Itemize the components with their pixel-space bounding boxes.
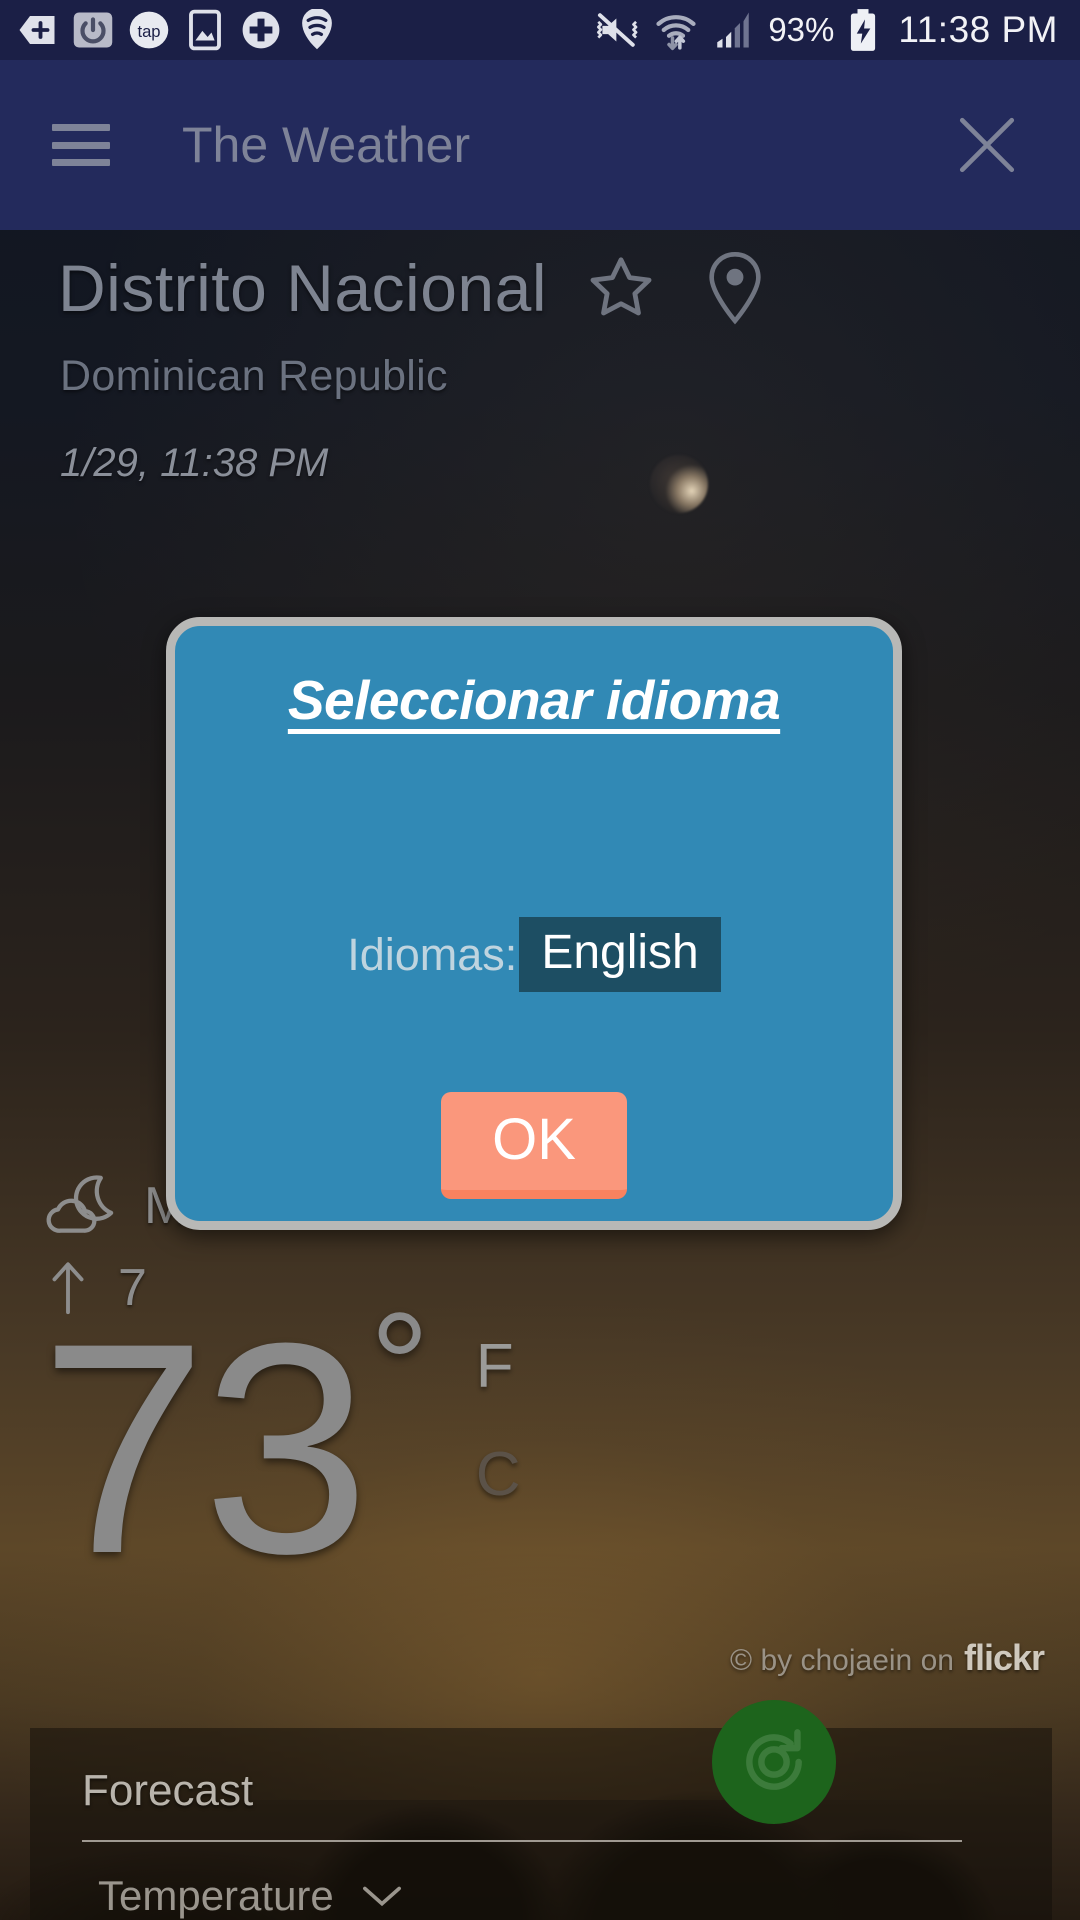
language-value-select[interactable]: English — [519, 917, 721, 992]
hamburger-menu-icon[interactable] — [52, 124, 110, 166]
country-name: Dominican Republic — [60, 352, 448, 400]
star-outline-icon[interactable] — [585, 252, 657, 324]
wifi-transfer-icon — [656, 15, 696, 51]
cellular-signal-icon — [717, 12, 750, 48]
forecast-divider — [82, 1840, 962, 1842]
current-conditions: M 7 73 ° F C — [0, 1170, 1080, 1598]
power-saving-icon — [73, 12, 113, 48]
unit-toggle[interactable]: F C — [476, 1336, 521, 1506]
temperature-row: 73 ° F C — [0, 1280, 1080, 1616]
dialog-title: Seleccionar idioma — [287, 669, 781, 731]
dialog-actions: OK — [175, 1092, 893, 1199]
moon-cloud-icon — [46, 1175, 114, 1233]
map-pin-icon[interactable] — [701, 250, 769, 326]
forecast-metric-select[interactable]: Temperature — [30, 1872, 1052, 1920]
close-icon[interactable] — [954, 112, 1020, 178]
unit-celsius[interactable]: C — [476, 1444, 521, 1506]
chevron-down-icon — [362, 1886, 401, 1907]
refresh-icon — [746, 1729, 802, 1790]
refresh-button[interactable] — [712, 1700, 836, 1824]
observation-time: 1/29, 11:38 PM — [60, 441, 329, 485]
nfc-beam-icon — [302, 9, 332, 50]
flickr-logo: flickr — [963, 1637, 1045, 1678]
ok-button[interactable]: OK — [441, 1092, 627, 1199]
svg-text:tap: tap — [137, 22, 160, 41]
hamburger-bar — [52, 141, 110, 149]
battery-charging-icon — [851, 9, 876, 51]
forecast-metric-label: Temperature — [98, 1872, 334, 1919]
language-row: Idiomas: English — [175, 917, 893, 992]
location-block: Distrito Nacional Dominican Republic 1/2… — [0, 250, 1080, 486]
status-bar-clock: 11:38 PM — [898, 9, 1058, 50]
tap-icon: tap — [129, 11, 169, 49]
language-dialog: Seleccionar idioma Idiomas: English OK — [166, 617, 902, 1230]
medical-plus-icon — [242, 11, 280, 49]
forecast-panel: Forecast Temperature — [30, 1728, 1052, 1920]
battery-percent-label: 93% — [768, 11, 835, 48]
app-title: The Weather — [182, 117, 471, 173]
hamburger-bar — [52, 159, 110, 166]
city-row: Distrito Nacional — [0, 250, 1080, 326]
current-temperature: 73 — [40, 1280, 370, 1616]
degree-symbol: ° — [369, 1281, 430, 1449]
status-bar-right-icons: 93% 11:38 PM — [595, 8, 1080, 52]
add-shortcut-icon — [19, 16, 55, 44]
screenshot-image-icon — [189, 9, 221, 51]
forecast-title: Forecast — [82, 1766, 254, 1815]
photo-credit-text: © by chojaein on — [730, 1644, 954, 1677]
unit-fahrenheit[interactable]: F — [476, 1336, 521, 1398]
city-name: Distrito Nacional — [58, 251, 547, 325]
status-bar: tap 93% 11:38 PM — [0, 0, 1080, 60]
hamburger-bar — [52, 124, 110, 131]
status-bar-left-icons: tap — [0, 9, 338, 51]
app-bar: The Weather — [0, 60, 1080, 230]
photo-credit: © by chojaein on flickr — [730, 1637, 1045, 1679]
language-label: Idiomas: — [347, 928, 518, 980]
sound-vibrate-muted-icon — [597, 13, 638, 47]
